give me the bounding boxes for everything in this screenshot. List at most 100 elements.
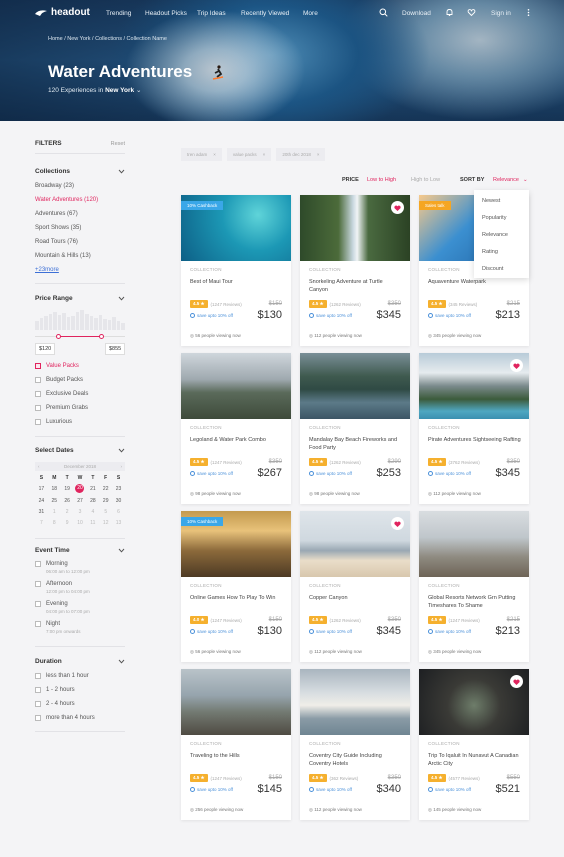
calendar-day[interactable]: 6 — [112, 509, 125, 515]
calendar-day[interactable]: 25 — [48, 498, 61, 504]
more-collections-link[interactable]: +23more — [35, 267, 125, 273]
sort-option[interactable]: Rating — [482, 249, 498, 255]
close-icon[interactable]: × — [263, 152, 266, 157]
chevron-down-icon[interactable]: ⌄ — [523, 177, 528, 183]
heart-outline-icon[interactable] — [467, 8, 476, 17]
experience-card[interactable]: COLLECTION Snorkeling Adventure at Turtle… — [300, 195, 410, 346]
calendar-day[interactable]: 1 — [48, 509, 61, 515]
close-icon[interactable]: × — [213, 152, 216, 157]
experience-card[interactable]: COLLECTION Coventry City Guide Including … — [300, 669, 410, 820]
card-title[interactable]: Snorkeling Adventure at Turtle Canyon — [309, 278, 403, 294]
collection-item[interactable]: Broadway (23) — [35, 183, 125, 189]
wishlist-button[interactable] — [391, 517, 404, 530]
checkbox[interactable] — [35, 581, 41, 587]
collection-item[interactable]: Mountain & Hills (13) — [35, 253, 125, 259]
pack-checkbox[interactable]: Value Packs — [35, 363, 125, 369]
event-checkbox[interactable]: Afternoon — [35, 581, 125, 587]
card-image[interactable] — [300, 353, 410, 419]
sort-option[interactable]: Popularity — [482, 215, 506, 221]
close-icon[interactable]: × — [317, 152, 320, 157]
experience-card[interactable]: COLLECTION Mandalay Bay Beach Fireworks a… — [300, 353, 410, 504]
checkbox[interactable] — [35, 673, 41, 679]
calendar-day[interactable]: 31 — [35, 509, 48, 515]
event-time-option[interactable]: Night 7:00 pm onwards — [35, 621, 125, 634]
sort-by-select[interactable]: Relevance — [493, 177, 519, 183]
duration-checkbox[interactable]: 1 - 2 hours — [35, 687, 125, 693]
nav-trip-ideas[interactable]: Trip Ideas — [197, 10, 226, 17]
next-month-icon[interactable]: › — [121, 464, 123, 469]
calendar-day[interactable]: 18 — [48, 486, 61, 493]
calendar-day[interactable]: 22 — [99, 486, 112, 493]
calendar-day[interactable]: 13 — [112, 520, 125, 526]
collections-section-toggle[interactable]: Collections — [35, 168, 125, 175]
calendar-day[interactable]: 23 — [112, 486, 125, 493]
calendar-day[interactable]: 30 — [112, 498, 125, 504]
calendar-day[interactable]: 2 — [61, 509, 74, 515]
event-time-option[interactable]: Morning 06:00 am to 12:00 pm — [35, 561, 125, 574]
card-title[interactable]: Trip To Iqaluit In Nunavut A Canadian Ar… — [428, 752, 522, 768]
pack-checkbox[interactable]: Premium Grabs — [35, 405, 125, 411]
wishlist-button[interactable] — [510, 675, 523, 688]
duration-checkbox[interactable]: 2 - 4 hours — [35, 701, 125, 707]
price-min-input[interactable]: $120 — [35, 343, 55, 355]
price-section-toggle[interactable]: Price Range — [35, 295, 125, 302]
filter-tag[interactable]: tren adam × — [181, 148, 222, 161]
calendar-day[interactable]: 5 — [99, 509, 112, 515]
checkbox[interactable] — [35, 391, 41, 397]
pack-checkbox[interactable]: Budget Packs — [35, 377, 125, 383]
event-time-option[interactable]: Evening 04:00 pm to 07:00 pm — [35, 601, 125, 614]
nav-more[interactable]: More — [303, 10, 318, 17]
calendar-day[interactable]: 24 — [35, 498, 48, 504]
event-checkbox[interactable]: Evening — [35, 601, 125, 607]
checkbox[interactable] — [35, 363, 41, 369]
sort-low-to-high[interactable]: Low to High — [367, 177, 396, 183]
card-image[interactable] — [300, 669, 410, 735]
wishlist-button[interactable] — [510, 359, 523, 372]
calendar-day[interactable]: 20 — [74, 484, 87, 493]
calendar-day[interactable]: 12 — [99, 520, 112, 526]
collection-item[interactable]: Sport Shows (35) — [35, 225, 125, 231]
experience-card[interactable]: COLLECTION Trip To Iqaluit In Nunavut A C… — [419, 669, 529, 820]
slider-min-handle[interactable] — [56, 334, 61, 339]
selected-day[interactable]: 20 — [75, 484, 85, 493]
nav-headout-picks[interactable]: Headout Picks — [145, 10, 187, 17]
sort-high-to-low[interactable]: High to Low — [411, 177, 440, 183]
checkbox[interactable] — [35, 405, 41, 411]
search-icon[interactable] — [379, 8, 388, 17]
duration-checkbox[interactable]: less than 1 hour — [35, 673, 125, 679]
calendar-day[interactable]: 28 — [86, 498, 99, 504]
nav-download[interactable]: Download — [402, 10, 431, 17]
event-checkbox[interactable]: Night — [35, 621, 125, 627]
calendar-day[interactable]: 4 — [86, 509, 99, 515]
collection-item[interactable]: Water Adventures (120) — [35, 197, 125, 203]
calendar-day[interactable]: 26 — [61, 498, 74, 504]
city-selector[interactable]: New York — [105, 87, 134, 94]
checkbox[interactable] — [35, 377, 41, 383]
filter-tag[interactable]: value packs × — [226, 148, 272, 161]
nav-recently-viewed[interactable]: Recently Viewed — [241, 10, 289, 17]
breadcrumb[interactable]: Home / New York / Collections / Collecti… — [48, 36, 167, 42]
card-image[interactable] — [181, 353, 291, 419]
checkbox[interactable] — [35, 419, 41, 425]
experience-card[interactable]: COLLECTION Legoland & Water Park Combo 4.5… — [181, 353, 291, 504]
checkbox[interactable] — [35, 601, 41, 607]
calendar-day[interactable]: 19 — [61, 486, 74, 493]
calendar-day[interactable]: 9 — [61, 520, 74, 526]
calendar-day[interactable]: 10 — [74, 520, 87, 526]
calendar-day[interactable]: 3 — [74, 509, 87, 515]
event-checkbox[interactable]: Morning — [35, 561, 125, 567]
price-max-input[interactable]: $855 — [105, 343, 125, 355]
dates-section-toggle[interactable]: Select Dates — [35, 447, 125, 454]
calendar-day[interactable]: 29 — [99, 498, 112, 504]
checkbox[interactable] — [35, 701, 41, 707]
card-title[interactable]: Traveling to the Hills — [190, 752, 284, 760]
calendar-day[interactable]: 11 — [86, 520, 99, 526]
card-title[interactable]: Aquaventure Waterpark — [428, 278, 522, 286]
more-vertical-icon[interactable] — [524, 8, 533, 17]
sort-option[interactable]: Discount — [482, 266, 503, 272]
reset-button[interactable]: Reset — [111, 141, 125, 147]
card-image[interactable] — [419, 511, 529, 577]
experience-card[interactable]: 10% Cashback COLLECTION Online Games How T… — [181, 511, 291, 662]
checkbox[interactable] — [35, 687, 41, 693]
event-time-option[interactable]: Afternoon 12:00 pm to 04:00 pm — [35, 581, 125, 594]
